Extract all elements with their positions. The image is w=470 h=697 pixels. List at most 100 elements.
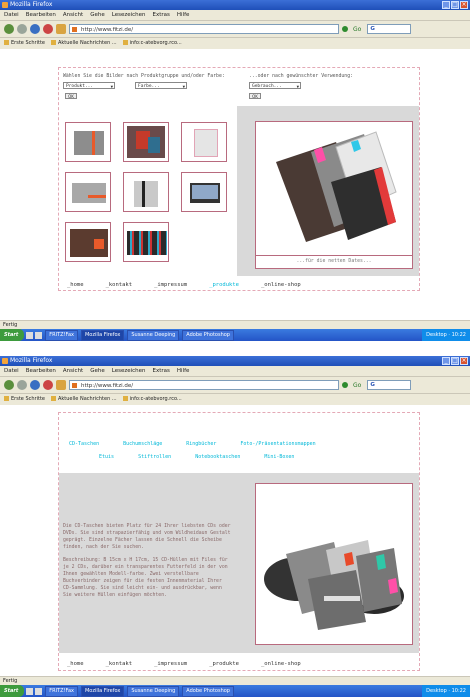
thumb-pink-pouch[interactable] [181,122,227,162]
stop-icon[interactable] [43,24,53,34]
menu-ansicht[interactable]: Ansicht [63,10,83,20]
menu-extras[interactable]: Extras [153,366,170,376]
nav-kontakt[interactable]: _kontakt [106,282,133,288]
thumb-laptop-bag[interactable] [181,172,227,212]
cat-stiftrollen[interactable]: Stiftrollen [138,454,171,460]
go-icon[interactable] [342,382,348,388]
nav-kontakt[interactable]: _kontakt [106,661,133,667]
minimize-button[interactable]: _ [442,1,450,9]
thumb-brown-wallet[interactable] [65,222,111,262]
task-susanne[interactable]: Susanne Deeping [127,685,180,697]
task-firefox[interactable]: Mozilla Firefox [80,685,125,697]
tray-desktop[interactable]: Desktop [426,332,447,338]
menu-datei[interactable]: Datei [4,366,19,376]
bookmark-item[interactable]: Aktuelle Nachrichten ... [50,394,117,405]
bookmark-item[interactable]: info:c-atebvorg.rco... [122,394,182,405]
quicklaunch-icon[interactable] [26,687,34,695]
url-text: http://www.fitzi.de/ [81,27,134,33]
use-select[interactable]: Gebrauch... [249,82,301,90]
menu-hilfe[interactable]: Hilfe [177,10,190,20]
menu-lesezeichen[interactable]: Lesezeichen [112,366,146,376]
back-icon[interactable] [4,380,14,390]
task-fritzfax[interactable]: FRITZ!Fax [45,329,78,341]
go-button[interactable]: Go [353,26,361,33]
thumb-gray-pouch[interactable] [65,122,111,162]
task-photoshop[interactable]: Adobe Photoshop [182,329,234,341]
nav-produkte[interactable]: _produkte [209,661,239,667]
home-icon[interactable] [56,380,66,390]
bookmark-item[interactable]: Erste Schritte [4,38,45,49]
task-photoshop[interactable]: Adobe Photoshop [182,685,234,697]
nav-impressum[interactable]: _impressum [154,282,187,288]
task-susanne[interactable]: Susanne Deeping [127,329,180,341]
forward-icon[interactable] [17,380,27,390]
start-button[interactable]: Start [0,329,25,341]
cat-buchumschlaege[interactable]: Buchumschläge [123,441,162,447]
cat-foto-mappen[interactable]: Foto-/Präsentationsmappen [240,441,315,447]
bookmark-item[interactable]: Aktuelle Nachrichten ... [50,38,117,49]
window-titlebar: Mozilla Firefox _ □ × [0,0,470,10]
menu-ansicht[interactable]: Ansicht [63,366,83,376]
forward-icon[interactable] [17,24,27,34]
ok-button-product[interactable]: OK [65,93,77,99]
clock: 10:22 [451,332,466,338]
address-bar[interactable]: http://www.fitzi.de/ [69,24,339,34]
cat-mini-boxen[interactable]: Mini-Boxen [264,454,294,460]
nav-online-shop[interactable]: _online-shop [261,282,301,288]
reload-icon[interactable] [30,24,40,34]
menu-bearbeiten[interactable]: Bearbeiten [26,366,56,376]
close-button[interactable]: × [460,1,468,9]
page-content: Wählen Sie die Bilder nach Produktgruppe… [0,49,470,319]
menu-bearbeiten[interactable]: Bearbeiten [26,10,56,20]
nav-produkte[interactable]: _produkte [209,282,239,288]
thumb-pencil-roll[interactable] [123,222,169,262]
close-button[interactable]: × [460,357,468,365]
ok-button-use[interactable]: OK [249,93,261,99]
nav-home[interactable]: _home [67,282,84,288]
product-select[interactable]: Produkt... [63,82,115,90]
task-firefox[interactable]: Mozilla Firefox [80,329,125,341]
menu-gehe[interactable]: Gehe [90,366,105,376]
quicklaunch-icon[interactable] [26,331,34,339]
screenshot-top: Mozilla Firefox _ □ × Datei Bearbeiten Ans… [0,0,470,343]
cat-notebooktaschen[interactable]: Notebooktaschen [195,454,240,460]
home-icon[interactable] [56,24,66,34]
back-icon[interactable] [4,24,14,34]
favicon-icon [72,383,77,388]
address-bar[interactable]: http://www.fitzi.de/ [69,380,339,390]
quicklaunch-icon[interactable] [35,331,43,339]
menu-extras[interactable]: Extras [153,10,170,20]
start-button[interactable]: Start [0,685,25,697]
cat-ringbuecher[interactable]: Ringbücher [186,441,216,447]
go-icon[interactable] [342,26,348,32]
search-box[interactable]: G [367,380,412,390]
thumb-gray-sleeve[interactable] [65,172,111,212]
search-box[interactable]: G [367,24,412,34]
menu-gehe[interactable]: Gehe [90,10,105,20]
go-button[interactable]: Go [353,382,361,389]
thumb-colorful-bags[interactable] [123,122,169,162]
tray-desktop[interactable]: Desktop [426,688,447,694]
minimize-button[interactable]: _ [442,357,450,365]
maximize-button[interactable]: □ [451,357,459,365]
stop-icon[interactable] [43,380,53,390]
menu-lesezeichen[interactable]: Lesezeichen [112,10,146,20]
thumb-pencil-case[interactable] [123,172,169,212]
menu-hilfe[interactable]: Hilfe [177,366,190,376]
menu-datei[interactable]: Datei [4,10,19,20]
nav-home[interactable]: _home [67,661,84,667]
taskbar: Start FRITZ!Fax Mozilla Firefox Susanne … [0,329,470,341]
bookmark-item[interactable]: Erste Schritte [4,394,45,405]
task-fritzfax[interactable]: FRITZ!Fax [45,685,78,697]
nav-online-shop[interactable]: _online-shop [261,661,301,667]
system-tray: Desktop · 10:22 [422,329,470,341]
quicklaunch-icon[interactable] [35,687,43,695]
cat-etuis[interactable]: Etuis [99,454,114,460]
status-text: Fertig [3,322,18,328]
reload-icon[interactable] [30,380,40,390]
cat-cd-taschen[interactable]: CD-Taschen [69,441,99,447]
nav-impressum[interactable]: _impressum [154,661,187,667]
color-select[interactable]: Farbe... [135,82,187,90]
bookmark-item[interactable]: info:c-atebvorg.rco... [122,38,182,49]
maximize-button[interactable]: □ [451,1,459,9]
